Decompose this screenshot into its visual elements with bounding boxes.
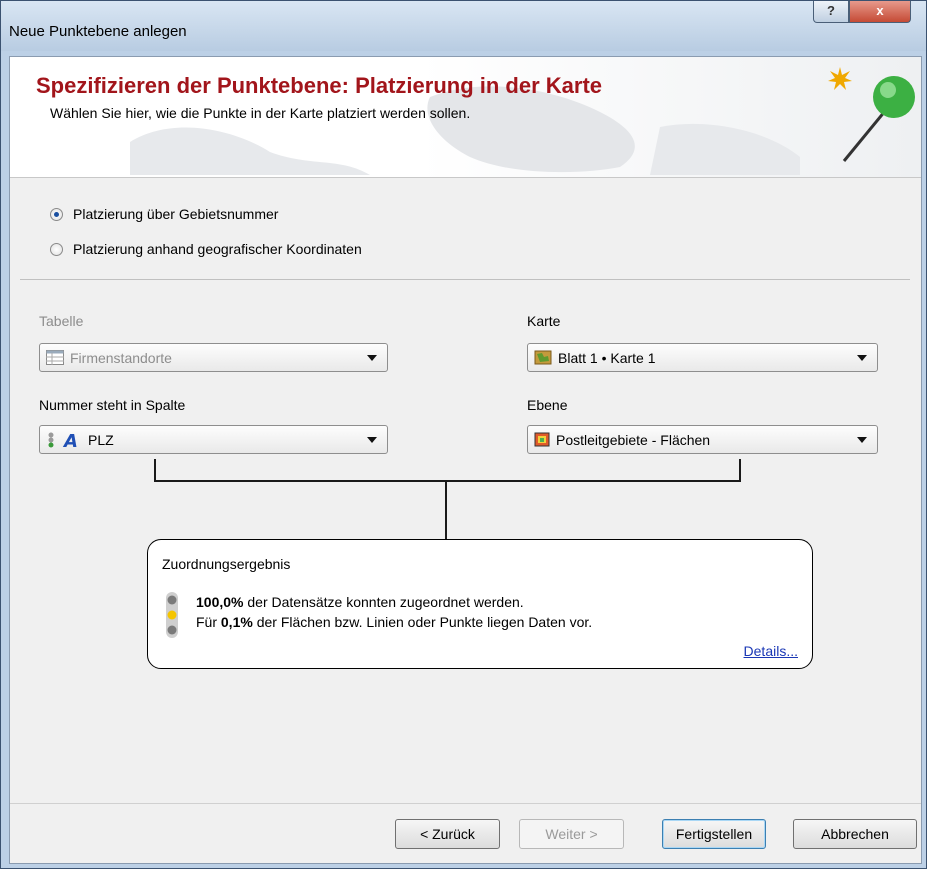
dialog-window: Neue Punktebene anlegen ? x Spezifiziere… xyxy=(0,0,927,869)
connector-right xyxy=(739,459,741,482)
chevron-down-icon[interactable] xyxy=(857,437,867,443)
help-button[interactable]: ? xyxy=(813,1,849,23)
areas-prefix: Für xyxy=(196,614,221,630)
areas-percent: 0,1% xyxy=(220,614,253,630)
wizard-header: Spezifizieren der Punktebene: Platzierun… xyxy=(10,57,921,178)
header-title: Spezifizieren der Punktebene: Platzierun… xyxy=(36,73,603,98)
assignment-result-panel: Zuordnungsergebnis 100,0% der Datensätze… xyxy=(147,539,813,669)
back-button[interactable]: < Zurück xyxy=(395,819,500,849)
records-percent: 100,0% xyxy=(196,594,244,610)
result-title: Zuordnungsergebnis xyxy=(162,556,291,572)
map-dropdown-value: Blatt 1 • Karte 1 xyxy=(558,349,656,366)
table-label: Tabelle xyxy=(39,313,84,329)
section-divider xyxy=(20,279,910,280)
details-link[interactable]: Details... xyxy=(744,643,798,659)
next-button[interactable]: Weiter > xyxy=(519,819,624,849)
map-pin-icon xyxy=(842,76,915,162)
dialog-body: Spezifizieren der Punktebene: Platzierun… xyxy=(9,56,922,864)
connector-horizontal xyxy=(154,480,741,482)
records-text: der Datensätze konnten zugeordnet werden… xyxy=(243,594,524,610)
column-dropdown-value: PLZ xyxy=(88,431,114,448)
connector-center xyxy=(445,480,447,539)
cancel-button[interactable]: Abbrechen xyxy=(793,819,917,849)
radio-label-area-number: Platzierung über Gebietsnummer xyxy=(73,206,279,222)
layer-dropdown-value: Postleitgebiete - Flächen xyxy=(556,431,711,448)
column-label: Nummer steht in Spalte xyxy=(39,397,186,413)
chevron-down-icon[interactable] xyxy=(367,355,377,361)
window-title: Neue Punktebene anlegen xyxy=(9,23,187,40)
radio-button-selected[interactable] xyxy=(50,207,63,221)
map-icon xyxy=(534,350,552,365)
table-dropdown-value: Firmenstandorte xyxy=(70,349,172,366)
radio-button-unselected[interactable] xyxy=(50,242,63,256)
result-line-areas: Für 0,1% der Flächen bzw. Linien oder Pu… xyxy=(196,614,592,630)
header-subtitle: Wählen Sie hier, wie die Punkte in der K… xyxy=(50,105,471,121)
table-dropdown[interactable]: Firmenstandorte xyxy=(39,343,388,372)
result-line-records: 100,0% der Datensätze konnten zugeordnet… xyxy=(196,594,524,610)
table-icon xyxy=(46,350,64,365)
layer-label: Ebene xyxy=(527,397,568,413)
close-button[interactable]: x xyxy=(849,1,911,23)
traffic-light-icon xyxy=(166,592,178,638)
chevron-down-icon[interactable] xyxy=(367,437,377,443)
radio-area-number[interactable]: Platzierung über Gebietsnummer xyxy=(50,206,278,222)
column-status-icon xyxy=(48,432,54,447)
layer-dropdown[interactable]: Postleitgebiete - Flächen xyxy=(527,425,878,454)
map-label: Karte xyxy=(527,313,561,329)
map-dropdown[interactable]: Blatt 1 • Karte 1 xyxy=(527,343,878,372)
finish-button[interactable]: Fertigstellen xyxy=(662,819,766,849)
title-bar[interactable]: Neue Punktebene anlegen ? x xyxy=(1,1,926,51)
areas-text: der Flächen bzw. Linien oder Punkte lieg… xyxy=(252,614,593,630)
text-column-icon: A xyxy=(62,432,78,448)
area-layer-icon xyxy=(534,432,550,447)
svg-text:A: A xyxy=(62,432,78,448)
connector-left xyxy=(154,459,156,482)
radio-geo-coordinates[interactable]: Platzierung anhand geografischer Koordin… xyxy=(50,241,362,257)
chevron-down-icon[interactable] xyxy=(857,355,867,361)
column-dropdown[interactable]: A PLZ xyxy=(39,425,388,454)
radio-label-geo-coordinates: Platzierung anhand geografischer Koordin… xyxy=(73,241,362,257)
footer-divider xyxy=(10,803,921,804)
